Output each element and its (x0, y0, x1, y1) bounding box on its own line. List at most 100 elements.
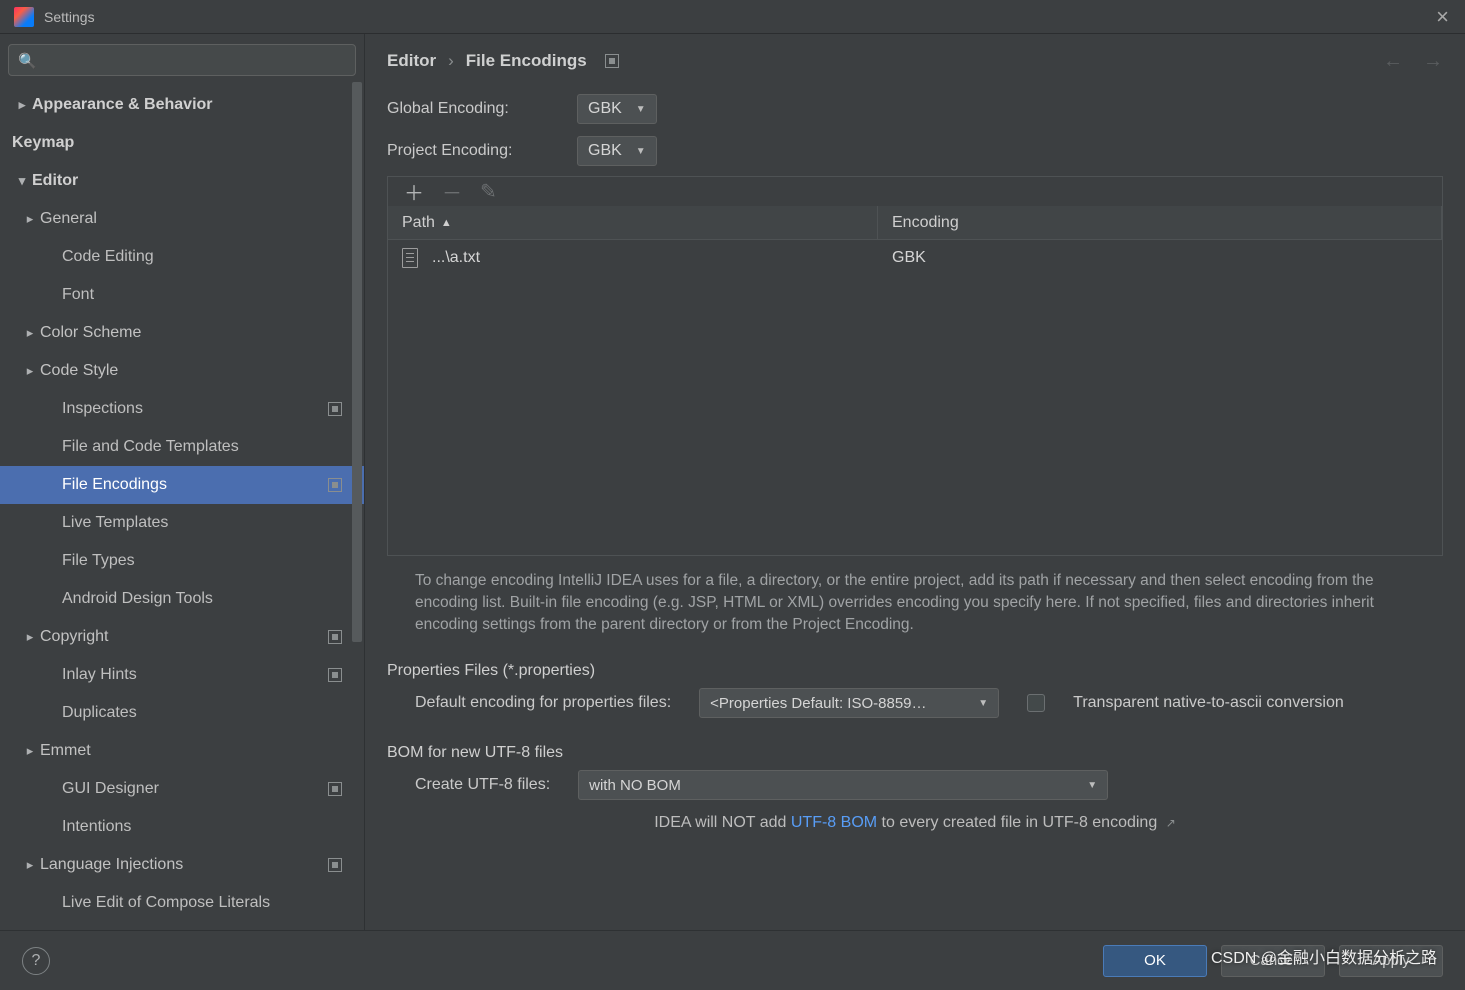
tree-item-file-and-code-templates[interactable]: File and Code Templates (0, 428, 364, 466)
bom-create-label: Create UTF-8 files: (415, 776, 550, 794)
encoding-table: Path▲ Encoding ...\a.txtGBK (387, 206, 1443, 556)
tree-item-label: Code Style (40, 362, 118, 380)
edit-button[interactable]: ✎ (480, 179, 497, 204)
add-button[interactable]: ＋ (404, 177, 424, 206)
tree-item-code-style[interactable]: ▸Code Style (0, 352, 364, 390)
remove-button[interactable]: － (442, 177, 462, 206)
utf8-bom-link[interactable]: UTF-8 BOM (791, 814, 877, 831)
window-title: Settings (44, 9, 95, 25)
sort-asc-icon: ▲ (441, 217, 452, 229)
tree-item-live-edit-of-compose-literals[interactable]: Live Edit of Compose Literals (0, 884, 364, 922)
tree-item-label: Android Design Tools (62, 590, 213, 608)
tree-item-inspections[interactable]: Inspections (0, 390, 364, 428)
tree-item-label: Appearance & Behavior (32, 96, 213, 114)
scope-badge-icon (605, 54, 619, 68)
project-encoding-dropdown[interactable]: GBK ▼ (577, 136, 657, 166)
tree-item-color-scheme[interactable]: ▸Color Scheme (0, 314, 364, 352)
sidebar-scrollbar[interactable] (350, 82, 364, 930)
chevron-down-icon: ▼ (1087, 780, 1097, 791)
chevron-down-icon: ▼ (978, 698, 988, 709)
tree-item-inlay-hints[interactable]: Inlay Hints (0, 656, 364, 694)
tree-item-intentions[interactable]: Intentions (0, 808, 364, 846)
tree-item-label: Language Injections (40, 856, 183, 874)
tree-item-file-encodings[interactable]: File Encodings (0, 466, 364, 504)
tree-item-code-editing[interactable]: Code Editing (0, 238, 364, 276)
apply-button[interactable]: Apply (1339, 945, 1443, 977)
breadcrumb-current: File Encodings (466, 51, 587, 71)
global-encoding-dropdown[interactable]: GBK ▼ (577, 94, 657, 124)
ok-button[interactable]: OK (1103, 945, 1207, 977)
chevron-icon: ▾ (12, 173, 32, 189)
chevron-icon: ▸ (20, 211, 40, 227)
scope-badge-icon (328, 858, 342, 872)
tree-item-label: File and Code Templates (62, 438, 239, 456)
search-icon: 🔍 (18, 52, 37, 70)
tree-item-live-templates[interactable]: Live Templates (0, 504, 364, 542)
tree-item-label: Inspections (62, 400, 143, 418)
tree-item-file-types[interactable]: File Types (0, 542, 364, 580)
bom-create-dropdown[interactable]: with NO BOM ▼ (578, 770, 1108, 800)
help-text: To change encoding IntelliJ IDEA uses fo… (415, 570, 1405, 636)
tree-item-emmet[interactable]: ▸Emmet (0, 732, 364, 770)
main-panel: Editor › File Encodings ← → Global Encod… (365, 34, 1465, 930)
chevron-icon: ▸ (12, 97, 32, 113)
tree-item-font[interactable]: Font (0, 276, 364, 314)
bom-note: IDEA will NOT add UTF-8 BOM to every cre… (387, 814, 1443, 832)
tree-item-android-design-tools[interactable]: Android Design Tools (0, 580, 364, 618)
tree-item-label: Duplicates (62, 704, 137, 722)
tree-item-keymap[interactable]: Keymap (0, 124, 364, 162)
chevron-icon: ▸ (20, 743, 40, 759)
tree-item-label: Emmet (40, 742, 91, 760)
tree-item-label: Copyright (40, 628, 108, 646)
breadcrumb: Editor › File Encodings ← → (365, 34, 1465, 88)
app-icon (14, 7, 34, 27)
tree-item-duplicates[interactable]: Duplicates (0, 694, 364, 732)
encoding-cell: GBK (892, 249, 926, 267)
column-encoding[interactable]: Encoding (878, 206, 1442, 239)
tree-item-label: General (40, 210, 97, 228)
nav-forward-icon[interactable]: → (1423, 50, 1443, 73)
tree-item-label: Keymap (12, 134, 74, 152)
properties-section-title: Properties Files (*.properties) (387, 662, 1443, 680)
tree-item-label: Color Scheme (40, 324, 141, 342)
tree-item-editor[interactable]: ▾Editor (0, 162, 364, 200)
search-input[interactable] (8, 44, 356, 76)
tree-item-label: Live Edit of Compose Literals (62, 894, 270, 912)
tree-item-appearance-behavior[interactable]: ▸Appearance & Behavior (0, 86, 364, 124)
transparent-ascii-checkbox[interactable] (1027, 694, 1045, 712)
bom-section-title: BOM for new UTF-8 files (387, 744, 1443, 762)
titlebar: Settings × (0, 0, 1465, 34)
tree-item-copyright[interactable]: ▸Copyright (0, 618, 364, 656)
file-icon (402, 248, 418, 268)
chevron-icon: ▸ (20, 325, 40, 341)
scope-badge-icon (328, 668, 342, 682)
chevron-icon: ▸ (20, 857, 40, 873)
table-toolbar: ＋ － ✎ (387, 176, 1443, 206)
column-path[interactable]: Path▲ (388, 206, 878, 239)
tree-item-gui-designer[interactable]: GUI Designer (0, 770, 364, 808)
tree-item-label: File Types (62, 552, 135, 570)
chevron-icon: ▸ (20, 629, 40, 645)
project-encoding-label: Project Encoding: (387, 142, 577, 160)
breadcrumb-root[interactable]: Editor (387, 51, 436, 71)
transparent-ascii-label: Transparent native-to-ascii conversion (1073, 694, 1344, 712)
tree-item-language-injections[interactable]: ▸Language Injections (0, 846, 364, 884)
sidebar: 🔍 ▸Appearance & BehaviorKeymap▾Editor▸Ge… (0, 34, 365, 930)
scope-badge-icon (328, 630, 342, 644)
props-default-label: Default encoding for properties files: (415, 694, 671, 712)
tree-item-general[interactable]: ▸General (0, 200, 364, 238)
cancel-button[interactable]: Cancel (1221, 945, 1325, 977)
chevron-icon: ▸ (20, 363, 40, 379)
props-default-dropdown[interactable]: <Properties Default: ISO-8859… ▼ (699, 688, 999, 718)
help-button[interactable]: ? (22, 947, 50, 975)
chevron-down-icon: ▼ (636, 146, 646, 157)
table-row[interactable]: ...\a.txtGBK (388, 240, 1442, 276)
chevron-down-icon: ▼ (636, 104, 646, 115)
footer: ? OK Cancel Apply (0, 930, 1465, 990)
nav-back-icon[interactable]: ← (1383, 50, 1403, 73)
close-icon[interactable]: × (1436, 4, 1449, 30)
global-encoding-label: Global Encoding: (387, 100, 577, 118)
settings-tree: ▸Appearance & BehaviorKeymap▾Editor▸Gene… (0, 80, 364, 930)
tree-item-label: GUI Designer (62, 780, 159, 798)
scope-badge-icon (328, 478, 342, 492)
